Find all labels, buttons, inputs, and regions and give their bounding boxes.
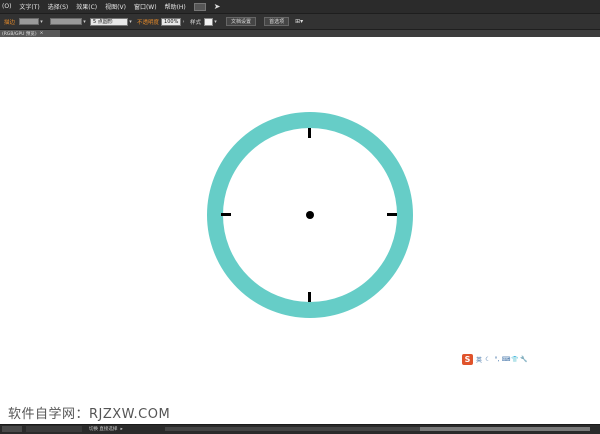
english-mode-icon[interactable]: 英	[476, 357, 482, 364]
style-label: 样式	[190, 19, 202, 26]
tick-9	[221, 213, 231, 216]
chevron-down-icon[interactable]: ▾	[39, 18, 44, 25]
preferences-button[interactable]: 首选项	[264, 17, 290, 26]
chevron-right-icon[interactable]: ›	[181, 18, 186, 25]
close-icon[interactable]: ×	[40, 31, 44, 36]
menu-item-view[interactable]: 视图(V)	[105, 2, 126, 11]
menu-item-select[interactable]: 选择(S)	[48, 2, 69, 11]
chevron-down-icon[interactable]: ▾	[128, 18, 133, 25]
document-setup-button[interactable]: 文档设置	[226, 17, 257, 26]
current-tool-display[interactable]: 切换 直接选择 ▸	[89, 426, 123, 433]
keyboard-icon[interactable]: ⌨	[502, 356, 511, 363]
brush-definition-field[interactable]: 5 点圆形	[90, 17, 129, 26]
clock-center-dot	[306, 211, 314, 219]
control-bar: 描边 ▾ ▾ 5 点圆形 ▾ 不透明度 100% › 样式 ▾ 文档设置 首选项…	[0, 14, 600, 30]
opacity-field[interactable]: 100%	[161, 17, 182, 26]
ime-toolbar: S 英 ☾ °, ⌨ 👕 🔧	[462, 354, 528, 365]
tick-3	[387, 213, 397, 216]
clock-artwork[interactable]	[0, 37, 600, 424]
tool-status-text: 切换 直接选择	[89, 427, 118, 432]
scrollbar-thumb[interactable]	[420, 427, 590, 431]
punctuation-icon[interactable]: °,	[494, 356, 500, 363]
stroke-label[interactable]: 描边	[4, 18, 15, 26]
zoom-field[interactable]	[2, 426, 22, 432]
menu-item-object[interactable]: (O)	[2, 3, 11, 10]
document-tab-title: (RGB/GPU 预览)	[2, 31, 37, 37]
moon-icon[interactable]: ☾	[485, 356, 491, 363]
sogou-ime-icon[interactable]: S	[462, 354, 473, 365]
chevron-right-icon[interactable]: ▸	[120, 427, 122, 432]
document-tab[interactable]: (RGB/GPU 预览) ×	[0, 30, 60, 37]
arrange-documents-icon[interactable]: ⊞▾	[295, 18, 303, 25]
artboard-canvas[interactable]	[0, 37, 600, 424]
wrench-icon[interactable]: 🔧	[520, 356, 527, 363]
menu-item-window[interactable]: 窗口(W)	[134, 2, 157, 11]
horizontal-scrollbar[interactable]	[165, 427, 590, 431]
tick-12	[308, 128, 311, 138]
menu-bar: (O) 文字(T) 选择(S) 效果(C) 视图(V) 窗口(W) 帮助(H) …	[0, 0, 600, 14]
stroke-weight-field[interactable]	[19, 18, 40, 25]
watermark-text: 软件自学网：RJZXW.COM	[8, 407, 171, 422]
opacity-label[interactable]: 不透明度	[137, 18, 159, 26]
menu-item-type[interactable]: 文字(T)	[19, 2, 39, 11]
chevron-down-icon[interactable]: ▾	[82, 18, 87, 25]
send-icon[interactable]: ➤	[214, 2, 221, 11]
artboard-navigator[interactable]	[26, 426, 82, 432]
menu-item-help[interactable]: 帮助(H)	[165, 2, 186, 11]
layout-switcher-icon[interactable]	[193, 2, 206, 11]
chevron-down-icon[interactable]: ▾	[213, 18, 218, 25]
tick-6	[308, 292, 311, 302]
menu-item-effect[interactable]: 效果(C)	[76, 2, 97, 11]
variable-width-profile[interactable]	[50, 18, 83, 25]
shirt-icon[interactable]: 👕	[511, 356, 518, 363]
graphic-style-swatch[interactable]	[204, 17, 214, 26]
